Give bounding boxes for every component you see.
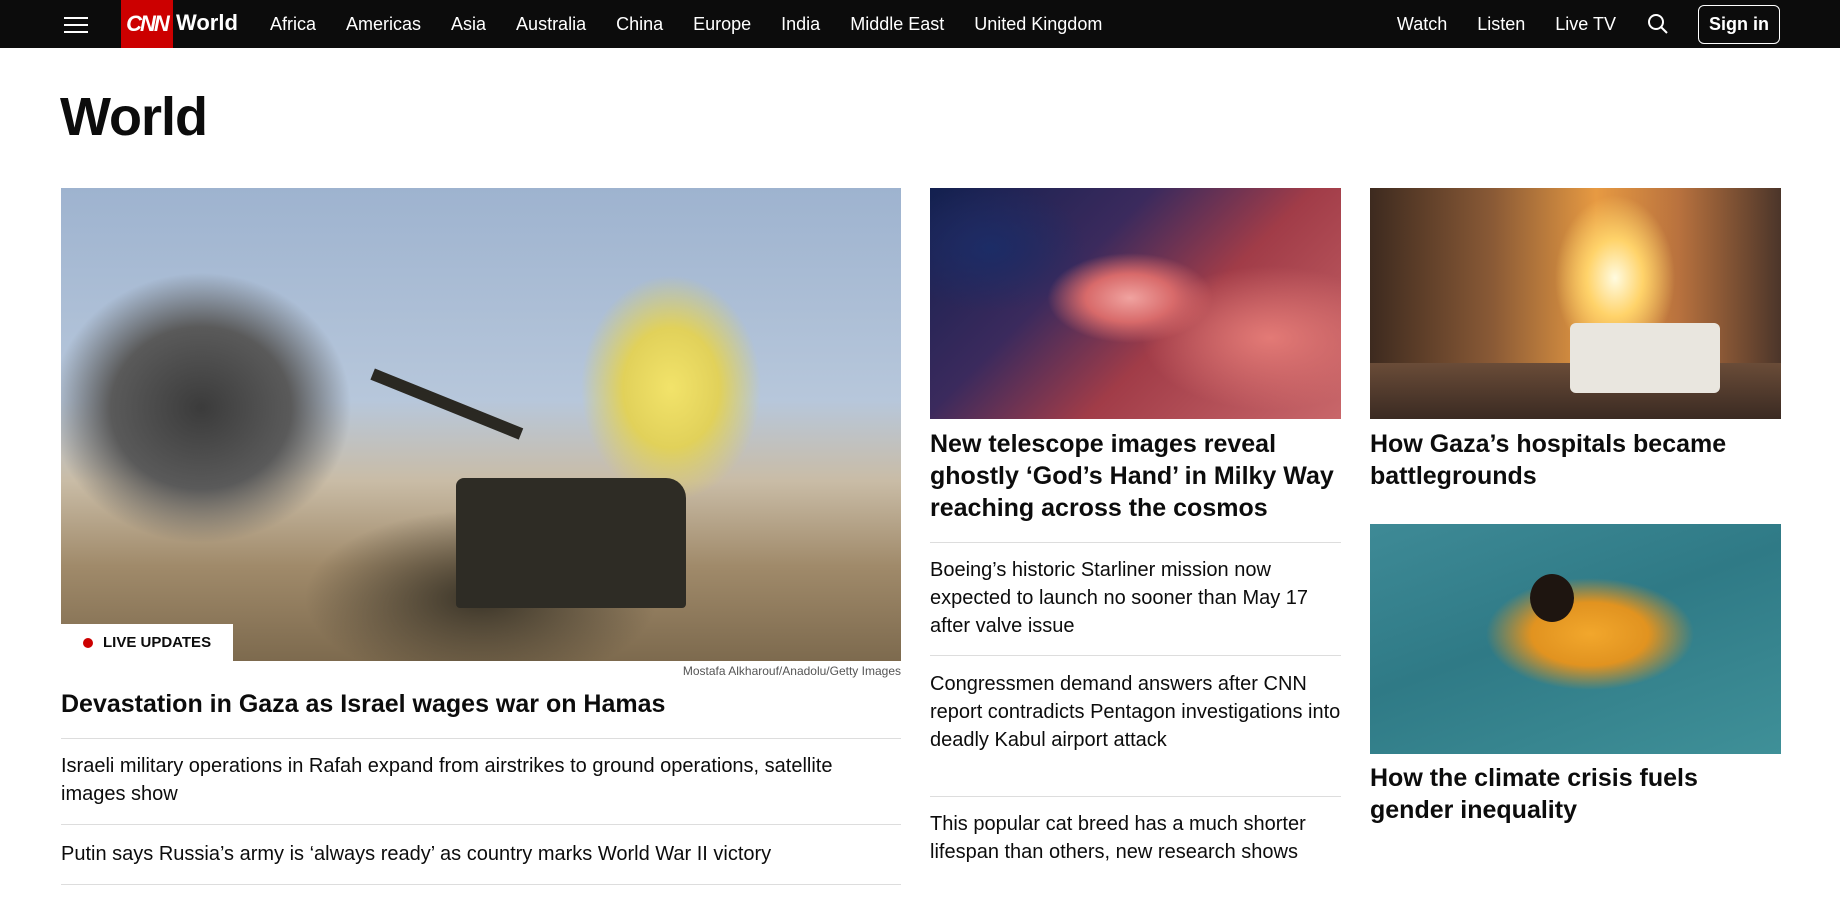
climate-story-image[interactable] bbox=[1370, 524, 1781, 754]
divider bbox=[930, 796, 1341, 797]
top-navigation: CNN World Africa Americas Asia Australia… bbox=[0, 0, 1840, 48]
divider bbox=[61, 824, 901, 825]
middle-story-1[interactable]: Boeing’s historic Starliner mission now … bbox=[930, 556, 1341, 640]
nav-link-listen[interactable]: Listen bbox=[1477, 14, 1525, 35]
space-story-image[interactable] bbox=[930, 188, 1341, 419]
middle-story-2[interactable]: Congressmen demand answers after CNN rep… bbox=[930, 670, 1341, 754]
lead-related-story-2[interactable]: Putin says Russia’s army is ‘always read… bbox=[61, 840, 901, 868]
nav-link-asia[interactable]: Asia bbox=[451, 14, 486, 35]
nav-link-watch[interactable]: Watch bbox=[1397, 14, 1447, 35]
middle-story-3[interactable]: This popular cat breed has a much shorte… bbox=[930, 810, 1341, 866]
lead-related-story-1[interactable]: Israeli military operations in Rafah exp… bbox=[61, 752, 901, 808]
region-links: Africa Americas Asia Australia China Eur… bbox=[270, 0, 1132, 48]
page-title: World bbox=[60, 87, 208, 147]
divider bbox=[61, 738, 901, 739]
lead-headline[interactable]: Devastation in Gaza as Israel wages war … bbox=[61, 690, 901, 719]
nav-link-africa[interactable]: Africa bbox=[270, 14, 316, 35]
gaza-hospital-image[interactable] bbox=[1370, 188, 1781, 419]
live-badge-label: LIVE UPDATES bbox=[103, 634, 212, 651]
nav-link-americas[interactable]: Americas bbox=[346, 14, 421, 35]
nav-right: Watch Listen Live TV Sign in bbox=[1397, 0, 1840, 48]
nav-link-australia[interactable]: Australia bbox=[516, 14, 586, 35]
nav-link-europe[interactable]: Europe bbox=[693, 14, 751, 35]
image-credit: Mostafa Alkharouf/Anadolu/Getty Images bbox=[682, 664, 901, 678]
live-dot-icon bbox=[83, 637, 93, 648]
nav-link-united-kingdom[interactable]: United Kingdom bbox=[974, 14, 1102, 35]
divider bbox=[930, 542, 1341, 543]
cnn-logo[interactable]: CNN bbox=[121, 0, 173, 48]
lead-story-image[interactable]: LIVE UPDATES bbox=[61, 188, 901, 661]
nav-link-india[interactable]: India bbox=[781, 14, 820, 35]
gaza-hospitals-headline[interactable]: How Gaza’s hospitals became battleground… bbox=[1370, 428, 1781, 492]
climate-headline[interactable]: How the climate crisis fuels gender ineq… bbox=[1370, 762, 1781, 826]
divider bbox=[930, 655, 1341, 656]
artillery-vehicle bbox=[456, 478, 686, 608]
ambulance bbox=[1570, 323, 1720, 393]
nav-link-china[interactable]: China bbox=[616, 14, 663, 35]
menu-icon[interactable] bbox=[64, 12, 88, 34]
section-name[interactable]: World bbox=[176, 10, 238, 36]
search-icon[interactable] bbox=[1646, 12, 1670, 36]
nav-link-live-tv[interactable]: Live TV bbox=[1555, 14, 1616, 35]
sign-in-button[interactable]: Sign in bbox=[1698, 4, 1780, 44]
artillery-barrel bbox=[370, 368, 524, 440]
divider bbox=[61, 884, 901, 885]
person-in-water bbox=[1530, 574, 1574, 622]
live-updates-badge: LIVE UPDATES bbox=[61, 624, 234, 661]
nav-link-middle-east[interactable]: Middle East bbox=[850, 14, 944, 35]
space-headline[interactable]: New telescope images reveal ghostly ‘God… bbox=[930, 428, 1341, 524]
